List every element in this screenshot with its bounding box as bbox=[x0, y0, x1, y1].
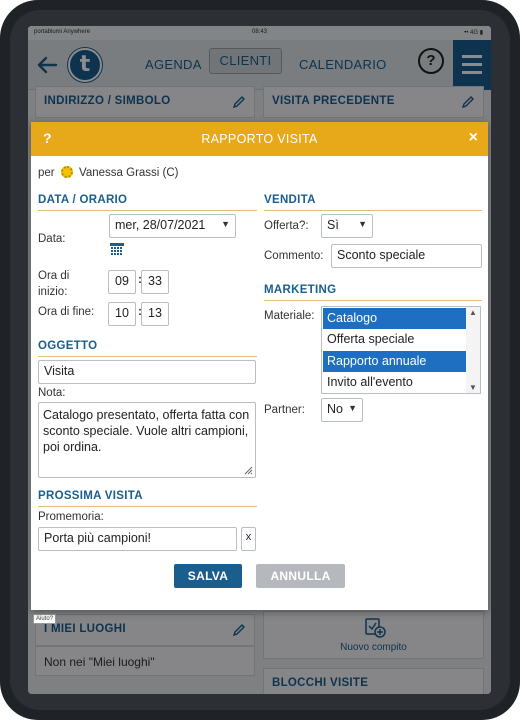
resize-handle-icon[interactable] bbox=[244, 466, 253, 475]
note-label: Nota: bbox=[38, 387, 66, 399]
date-label: Data: bbox=[38, 233, 66, 245]
comment-input[interactable]: Sconto speciale bbox=[331, 244, 482, 268]
chevron-down-icon: ▼ bbox=[348, 403, 357, 413]
clear-reminder-button[interactable]: x bbox=[241, 527, 256, 551]
dialog-header: ? RAPPORTO VISITA × bbox=[31, 122, 488, 156]
material-label: Materiale: bbox=[264, 310, 315, 322]
calendar-icon[interactable] bbox=[110, 243, 124, 255]
material-listbox[interactable]: Catalogo Offerta speciale Rapporto annua… bbox=[321, 306, 481, 394]
listbox-scrollbar[interactable]: ▲ ▼ bbox=[466, 307, 480, 393]
chevron-up-icon[interactable]: ▲ bbox=[466, 308, 480, 317]
end-time-label: Ora di fine: bbox=[38, 306, 95, 318]
end-minute-input[interactable]: 13 bbox=[141, 302, 169, 326]
date-value: mer, 28/07/2021 bbox=[115, 218, 206, 232]
partner-select[interactable]: No ▼ bbox=[321, 398, 363, 422]
date-select[interactable]: mer, 28/07/2021 ▼ bbox=[109, 214, 236, 238]
start-time-label-line1: Ora di bbox=[38, 270, 70, 282]
date-section-title: DATA / ORARIO bbox=[38, 194, 257, 211]
end-hour-input[interactable]: 10 bbox=[108, 302, 136, 326]
chevron-down-icon: ▼ bbox=[358, 219, 367, 229]
subject-input[interactable]: Visita bbox=[38, 360, 256, 384]
material-option[interactable]: Rapporto annuale bbox=[323, 351, 467, 372]
reminder-input[interactable]: Porta più campioni! bbox=[38, 527, 237, 551]
visit-report-dialog: ? RAPPORTO VISITA × per Vanessa Grassi (… bbox=[31, 122, 488, 610]
customer-name: Vanessa Grassi (C) bbox=[79, 167, 179, 179]
partner-label: Partner: bbox=[264, 404, 305, 416]
subject-section-title: OGGETTO bbox=[38, 340, 257, 357]
app-screen: portablumi Anywhere 08:43 •• 4G ▮ t AGEN… bbox=[28, 26, 491, 694]
customer-line: per Vanessa Grassi (C) bbox=[38, 166, 179, 179]
material-option[interactable]: Invito all'evento bbox=[323, 372, 467, 393]
offer-select[interactable]: Sì ▼ bbox=[321, 214, 373, 238]
start-time-label: Ora di inizio: bbox=[38, 268, 69, 300]
reminder-label: Promemoria: bbox=[38, 511, 104, 523]
next-visit-section-title: PROSSIMA VISITA bbox=[38, 490, 257, 507]
chevron-down-icon[interactable]: ▼ bbox=[466, 383, 480, 392]
material-option[interactable]: Catalogo bbox=[323, 308, 467, 329]
for-prefix: per bbox=[38, 167, 55, 179]
start-hour-input[interactable]: 09 bbox=[108, 270, 136, 294]
marketing-section-title: MARKETING bbox=[264, 284, 482, 301]
comment-label: Commento: bbox=[264, 250, 324, 262]
sun-icon bbox=[60, 166, 73, 178]
offer-label: Offerta?: bbox=[264, 220, 309, 232]
partner-value: No bbox=[327, 402, 343, 416]
chevron-down-icon: ▼ bbox=[221, 219, 230, 229]
close-icon[interactable]: × bbox=[469, 129, 478, 147]
help-tag[interactable]: Aiuto? bbox=[33, 614, 57, 624]
note-textarea[interactable]: Catalogo presentato, offerta fatta con s… bbox=[38, 402, 256, 478]
cancel-button[interactable]: ANNULLA bbox=[256, 564, 345, 588]
note-text: Catalogo presentato, offerta fatta con s… bbox=[43, 408, 250, 454]
offer-value: Sì bbox=[327, 218, 339, 232]
material-option[interactable]: Offerta speciale bbox=[323, 329, 467, 350]
sale-section-title: VENDITA bbox=[264, 194, 482, 211]
start-time-label-line2: inizio: bbox=[38, 286, 68, 298]
start-minute-input[interactable]: 33 bbox=[141, 270, 169, 294]
save-button[interactable]: SALVA bbox=[174, 564, 242, 588]
dialog-title: RAPPORTO VISITA bbox=[201, 132, 318, 146]
